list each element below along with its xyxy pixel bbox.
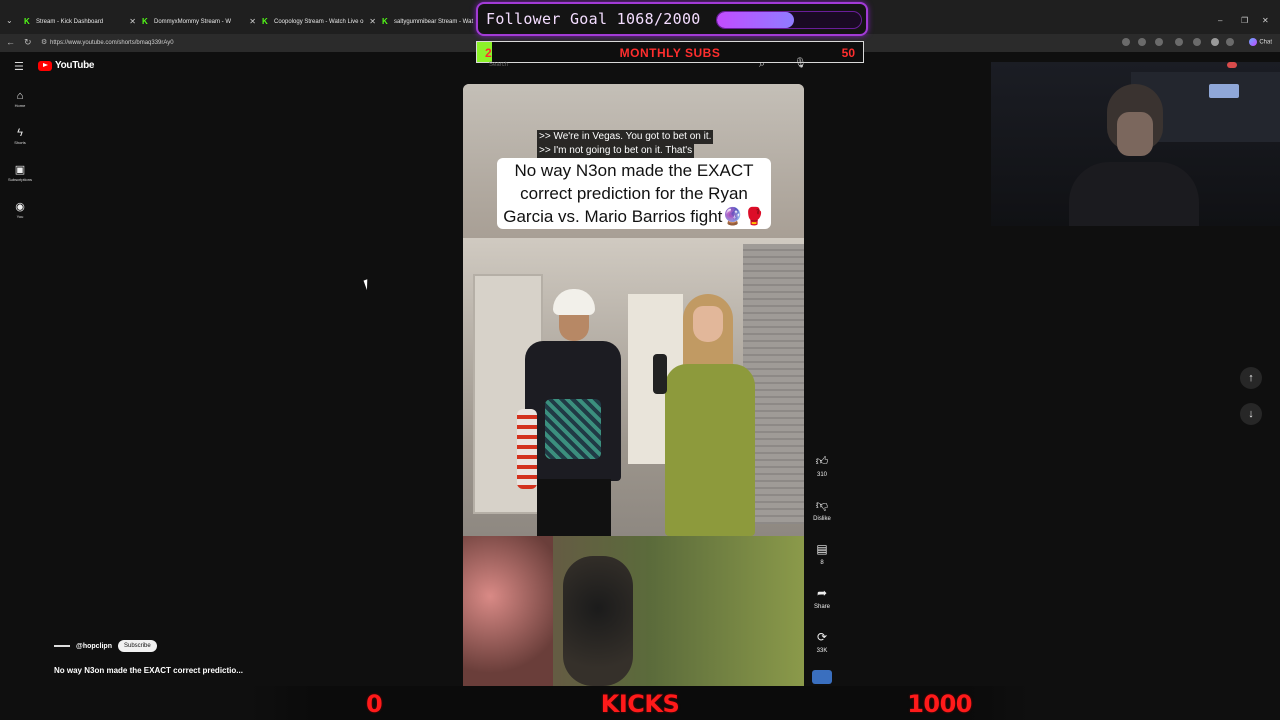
youtube-play-icon xyxy=(38,60,52,71)
menu-icon[interactable]: ☰ xyxy=(14,60,24,73)
subs-target: 50 xyxy=(841,46,855,60)
kick-icon: K xyxy=(382,17,388,26)
sidebar-item-label: You xyxy=(16,214,24,219)
search-input[interactable]: Search xyxy=(489,62,508,68)
previous-short-button[interactable]: ↑ xyxy=(1240,367,1262,389)
tab-dommyxmommy[interactable]: K DommyxMommy Stream - W ✕ xyxy=(142,14,256,30)
extension-icon[interactable] xyxy=(1193,38,1201,46)
like-count: 310 xyxy=(816,472,827,478)
sound-thumbnail[interactable] xyxy=(812,670,832,684)
tab-title: Coopology Stream - Watch Live o xyxy=(274,19,364,25)
tab-title: saltygummibear Stream - Wat xyxy=(394,19,474,25)
tab-saltygummibear[interactable]: K saltygummibear Stream - Wat xyxy=(382,14,474,30)
account-icon: ◉ xyxy=(15,201,25,213)
subtitle-line: >> We're in Vegas. You got to bet on it. xyxy=(537,130,714,144)
video-subtitles: >> We're in Vegas. You got to bet on it.… xyxy=(537,130,731,158)
search-icon[interactable]: ⌕ xyxy=(759,58,765,71)
channel-row: @hopclipn Subscribe xyxy=(54,640,157,652)
dislike-button[interactable]: 👎︎ Dislike xyxy=(810,498,834,522)
sidebar-item-home[interactable]: ⌂ Home xyxy=(2,90,38,108)
tab-title: DommyxMommy Stream - W xyxy=(154,19,231,25)
kicks-goal-bar: 0 KICKS 1000 xyxy=(250,686,1030,720)
sidebar-item-you[interactable]: ◉ You xyxy=(2,201,38,219)
comment-count: 8 xyxy=(820,560,824,566)
back-icon[interactable]: ← xyxy=(6,37,15,47)
share-label: Share xyxy=(813,604,830,610)
comment-icon: ▤ xyxy=(816,542,828,556)
tab-title: Stream - Kick Dashboard xyxy=(36,19,104,25)
extension-icon[interactable] xyxy=(1122,38,1130,46)
profile-avatar[interactable] xyxy=(1211,38,1219,46)
next-short-button[interactable]: ↓ xyxy=(1240,403,1262,425)
sidebar-item-label: Subscriptions xyxy=(7,177,32,182)
youtube-wordmark: YouTube xyxy=(55,60,95,71)
close-icon[interactable]: ✕ xyxy=(369,17,376,26)
short-video-player[interactable]: >> We're in Vegas. You got to bet on it.… xyxy=(463,84,804,536)
address-bar[interactable]: https://www.youtube.com/shorts/bmaq339rA… xyxy=(50,37,480,50)
extension-icon[interactable] xyxy=(1155,38,1163,46)
restore-icon[interactable]: ❐ xyxy=(1241,16,1248,25)
follower-goal-widget: Follower Goal 1068/2000 xyxy=(476,2,868,36)
reload-icon[interactable]: ↻ xyxy=(24,37,32,48)
sidebar-item-label: Home xyxy=(14,103,26,108)
mouse-cursor xyxy=(363,277,375,291)
extension-icon[interactable] xyxy=(1175,38,1183,46)
follower-goal-label: Follower Goal 1068/2000 xyxy=(486,10,701,28)
shorts-icon: ϟ xyxy=(17,127,23,139)
share-icon: ➦ xyxy=(816,586,828,600)
arrow-up-icon: ↑ xyxy=(1248,372,1254,384)
video-person-left xyxy=(513,289,623,536)
channel-name[interactable]: @hopclipn xyxy=(76,643,112,650)
menu-icon[interactable] xyxy=(1226,38,1234,46)
subscriptions-icon: ▣ xyxy=(14,164,26,176)
dislike-label: Dislike xyxy=(813,516,831,522)
site-info-icon[interactable]: ⚙ xyxy=(41,38,47,46)
follower-goal-fill xyxy=(717,12,794,28)
sidebar-item-subscriptions[interactable]: ▣ Subscriptions xyxy=(2,164,38,182)
share-button[interactable]: ➦ Share xyxy=(810,586,834,610)
dislike-icon: 👎︎ xyxy=(815,498,829,512)
chat-button[interactable]: Chat xyxy=(1249,38,1272,46)
tab-search-icon[interactable]: ⌄ xyxy=(6,16,13,25)
like-button[interactable]: 👍︎ 310 xyxy=(810,454,834,478)
arrow-down-icon: ↓ xyxy=(1248,408,1254,420)
bookmark-icon[interactable] xyxy=(1138,38,1146,46)
like-icon: 👍︎ xyxy=(815,454,829,468)
follower-goal-bar xyxy=(716,11,862,29)
remix-icon: ⟳ xyxy=(816,630,828,644)
chat-label: Chat xyxy=(1259,39,1272,46)
tab-kick-dashboard[interactable]: K Stream - Kick Dashboard ✕ xyxy=(24,14,136,30)
video-title-overlay: No way N3on made the EXACT correct predi… xyxy=(497,158,771,229)
comments-button[interactable]: ▤ 8 xyxy=(810,542,834,566)
minimize-icon[interactable]: – xyxy=(1218,16,1222,25)
short-title[interactable]: No way N3on made the EXACT correct predi… xyxy=(54,666,243,675)
next-short-preview[interactable] xyxy=(463,536,804,688)
close-icon[interactable]: ✕ xyxy=(249,17,256,26)
sidebar-item-shorts[interactable]: ϟ Shorts xyxy=(2,127,38,145)
window-close-icon[interactable]: ✕ xyxy=(1262,16,1269,25)
video-person-right xyxy=(653,294,763,536)
kick-icon: K xyxy=(24,17,30,26)
microphone-icon[interactable]: 🎙 xyxy=(794,58,807,69)
home-icon: ⌂ xyxy=(16,90,24,102)
kick-icon: K xyxy=(142,17,148,26)
subscribe-button[interactable]: Subscribe xyxy=(118,640,157,652)
channel-avatar[interactable] xyxy=(54,645,70,647)
subtitle-line: >> I'm not going to bet on it. That's xyxy=(537,144,695,158)
remix-count: 33K xyxy=(816,648,828,654)
webcam-overlay xyxy=(991,62,1280,226)
close-icon[interactable]: ✕ xyxy=(129,17,136,26)
kick-icon: K xyxy=(262,17,268,26)
youtube-logo[interactable]: YouTube xyxy=(38,60,95,71)
tab-coopology[interactable]: K Coopology Stream - Watch Live o ✕ xyxy=(262,14,376,30)
sidebar-item-label: Shorts xyxy=(14,140,26,145)
kicks-target: 1000 xyxy=(907,690,972,718)
remix-button[interactable]: ⟳ 33K xyxy=(810,630,834,654)
